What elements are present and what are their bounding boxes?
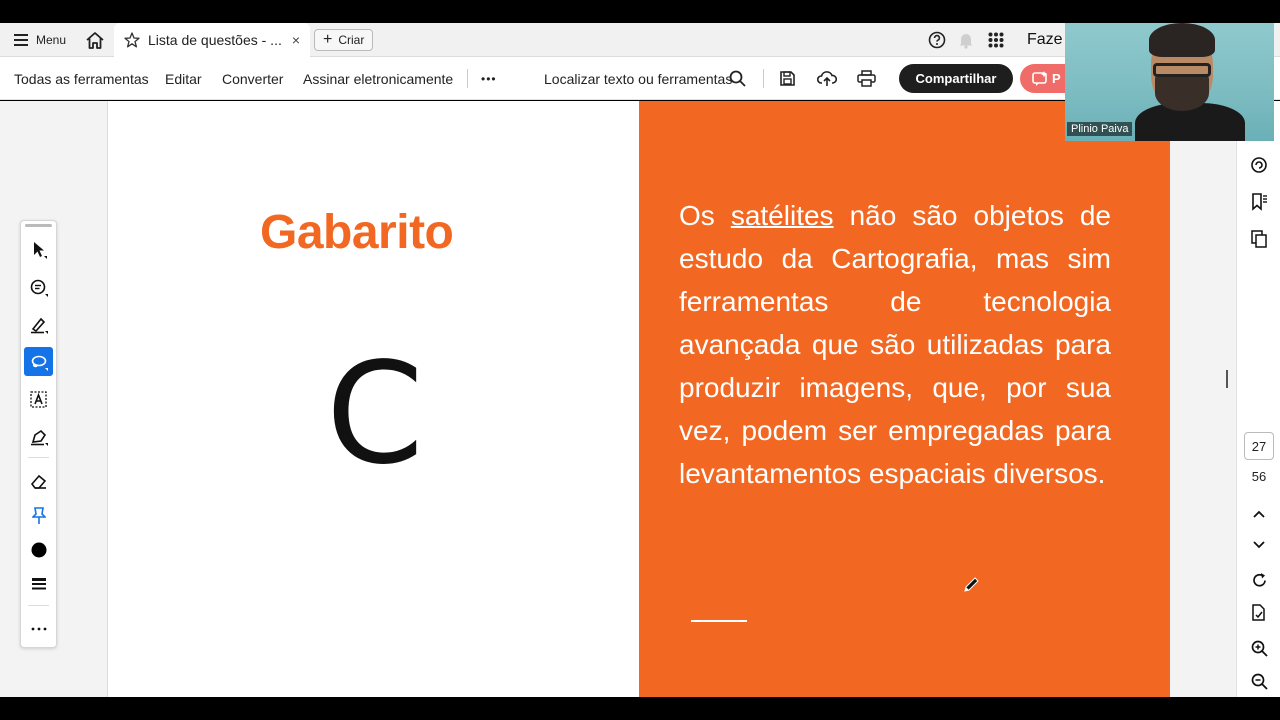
previous-page-icon[interactable] [1247, 502, 1271, 526]
home-icon [86, 31, 104, 49]
text-box-tool[interactable] [24, 385, 53, 414]
webcam-person-beard [1155, 75, 1209, 111]
zoom-out-icon[interactable] [1247, 669, 1271, 693]
panel-divider [28, 457, 49, 458]
print-icon[interactable] [857, 57, 876, 100]
edit-menu[interactable]: Editar [165, 57, 202, 100]
right-navigation-rail: 27 56 [1236, 101, 1280, 697]
color-swatch-icon [31, 542, 46, 557]
eraser-icon [30, 474, 46, 489]
bell-icon[interactable] [958, 23, 974, 57]
star-icon[interactable] [124, 32, 140, 48]
explanation-panel: Os satélites não são objetos de estudo d… [639, 101, 1170, 697]
close-tab-icon[interactable]: × [292, 32, 300, 48]
answer-key-title: Gabarito [260, 206, 454, 259]
comment-icon [30, 279, 48, 297]
cloud-upload-icon[interactable] [817, 57, 837, 100]
annotation-tool-panel [20, 220, 57, 648]
text-box-icon [29, 390, 47, 408]
line-weight-icon [31, 577, 46, 589]
line-weight-tool[interactable] [24, 569, 53, 598]
total-pages: 56 [1251, 469, 1267, 484]
bookmark-icon[interactable] [1247, 190, 1271, 214]
page-thumbnails-icon[interactable] [1247, 227, 1271, 251]
webcam-overlay: Plinio Paiva [1065, 23, 1274, 141]
hamburger-icon [14, 34, 28, 46]
zoom-in-icon[interactable] [1247, 636, 1271, 660]
webcam-name-label: Plinio Paiva [1067, 122, 1133, 136]
pin-tool[interactable] [24, 501, 53, 530]
upgrade-link[interactable]: Faze [1027, 23, 1063, 57]
search-icon[interactable] [729, 57, 746, 100]
vertical-scroll-area [1170, 101, 1235, 697]
document-workspace: Gabarito C Os satélites não são objetos … [0, 101, 1280, 697]
more-options-button[interactable] [24, 614, 53, 643]
toolbar-divider [763, 69, 764, 88]
cursor-arrow-icon [33, 241, 47, 259]
eraser-tool[interactable] [24, 467, 53, 496]
pen-cursor-icon [962, 576, 980, 599]
document-tab-title: Lista de questões - ... [148, 32, 282, 48]
select-tool[interactable] [24, 235, 53, 264]
menu-button[interactable]: Menu [14, 23, 66, 57]
comment-tool[interactable] [24, 273, 53, 302]
page-info-icon[interactable] [1247, 601, 1271, 625]
toolbar-divider [467, 69, 468, 88]
apps-grid-icon[interactable] [988, 23, 1004, 57]
current-page-input[interactable]: 27 [1244, 432, 1274, 460]
sign-menu[interactable]: Assinar eletronicamente [303, 57, 453, 100]
home-button[interactable] [84, 23, 106, 57]
next-page-icon[interactable] [1247, 533, 1271, 557]
explanation-text-start: Os [679, 200, 731, 231]
screen: Menu Lista de questões - ... × + Criar F… [0, 0, 1280, 720]
webcam-person-glasses [1153, 63, 1211, 77]
panel-divider [28, 605, 49, 606]
underlined-term: satélites [730, 200, 834, 231]
pdf-page: Gabarito C Os satélites não são objetos … [108, 101, 1170, 697]
pen-nib-icon [30, 429, 48, 446]
more-tools-button[interactable]: ••• [481, 57, 497, 100]
ai-assistant-label: P [1052, 71, 1061, 86]
lasso-draw-icon [31, 355, 48, 371]
webcam-person-hair [1149, 23, 1215, 57]
drawn-underline-annotation [691, 620, 747, 622]
find-text-button[interactable]: Localizar texto ou ferramentas [544, 57, 732, 100]
create-label: Criar [338, 33, 365, 47]
document-tab[interactable]: Lista de questões - ... × [114, 23, 310, 57]
color-picker-tool[interactable] [24, 535, 53, 564]
create-button[interactable]: + Criar [314, 29, 374, 51]
panel-grip-handle[interactable] [25, 224, 52, 227]
plus-icon: + [323, 31, 333, 48]
chat-sparkle-icon [1032, 70, 1048, 86]
sign-tool[interactable] [24, 422, 53, 451]
save-icon[interactable] [779, 57, 796, 100]
convert-menu[interactable]: Converter [222, 57, 283, 100]
ellipsis-icon [31, 627, 46, 630]
draw-freeform-tool[interactable] [24, 347, 53, 376]
highlight-tool[interactable] [24, 310, 53, 339]
explanation-text: Os satélites não são objetos de estudo d… [679, 194, 1111, 495]
answer-letter: C [326, 333, 424, 496]
highlighter-icon [30, 317, 48, 334]
pin-icon [31, 506, 46, 524]
all-tools-menu[interactable]: Todas as ferramentas [14, 57, 149, 100]
scrollbar-handle[interactable] [1226, 370, 1228, 388]
rotate-icon[interactable] [1247, 568, 1271, 592]
explanation-text-rest: não são objetos de estudo da Cartografia… [679, 200, 1111, 489]
answer-panel: Gabarito C [108, 101, 639, 697]
ai-summary-icon[interactable] [1247, 153, 1271, 177]
menu-label: Menu [36, 33, 67, 47]
help-icon[interactable] [928, 23, 946, 57]
share-button[interactable]: Compartilhar [899, 64, 1013, 93]
